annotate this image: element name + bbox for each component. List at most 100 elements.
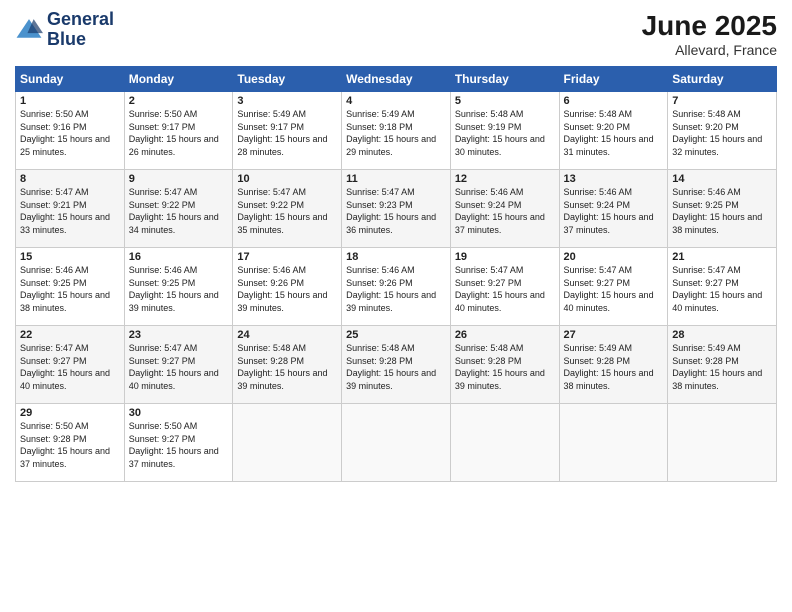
- week-row-4: 22Sunrise: 5:47 AMSunset: 9:27 PMDayligh…: [16, 326, 777, 404]
- day-content: Sunrise: 5:50 AMSunset: 9:28 PMDaylight:…: [20, 421, 110, 469]
- title-block: June 2025 Allevard, France: [642, 10, 777, 58]
- month-title: June 2025: [642, 10, 777, 42]
- day-content: Sunrise: 5:47 AMSunset: 9:23 PMDaylight:…: [346, 187, 436, 235]
- header: General Blue June 2025 Allevard, France: [15, 10, 777, 58]
- day-number: 15: [20, 251, 120, 263]
- day-content: Sunrise: 5:49 AMSunset: 9:28 PMDaylight:…: [564, 343, 654, 391]
- day-content: Sunrise: 5:47 AMSunset: 9:27 PMDaylight:…: [564, 265, 654, 313]
- day-cell: 17Sunrise: 5:46 AMSunset: 9:26 PMDayligh…: [233, 248, 342, 326]
- logo-icon: [15, 16, 43, 44]
- day-content: Sunrise: 5:49 AMSunset: 9:28 PMDaylight:…: [672, 343, 762, 391]
- location: Allevard, France: [642, 42, 777, 58]
- day-content: Sunrise: 5:48 AMSunset: 9:28 PMDaylight:…: [455, 343, 545, 391]
- day-content: Sunrise: 5:47 AMSunset: 9:27 PMDaylight:…: [129, 343, 219, 391]
- logo-line2: Blue: [47, 30, 114, 50]
- day-cell: [342, 404, 451, 482]
- day-content: Sunrise: 5:46 AMSunset: 9:26 PMDaylight:…: [346, 265, 436, 313]
- day-number: 11: [346, 173, 446, 185]
- col-header-wednesday: Wednesday: [342, 67, 451, 92]
- day-cell: 9Sunrise: 5:47 AMSunset: 9:22 PMDaylight…: [124, 170, 233, 248]
- day-cell: 3 Sunrise: 5:49 AMSunset: 9:17 PMDaylight…: [233, 92, 342, 170]
- day-number: 7: [672, 95, 772, 107]
- day-cell: 6Sunrise: 5:48 AMSunset: 9:20 PMDaylight…: [559, 92, 668, 170]
- day-content: Sunrise: 5:46 AMSunset: 9:25 PMDaylight:…: [672, 187, 762, 235]
- day-cell: 26 Sunrise: 5:48 AMSunset: 9:28 PMDayligh…: [450, 326, 559, 404]
- day-content: Sunrise: 5:47 AMSunset: 9:22 PMDaylight:…: [237, 187, 327, 235]
- day-number: 14: [672, 173, 772, 185]
- day-cell: 7 Sunrise: 5:48 AMSunset: 9:20 PMDaylight…: [668, 92, 777, 170]
- day-content: Sunrise: 5:47 AMSunset: 9:27 PMDaylight:…: [672, 265, 762, 313]
- day-content: Sunrise: 5:49 AMSunset: 9:17 PMDaylight:…: [237, 109, 327, 157]
- day-content: Sunrise: 5:46 AMSunset: 9:24 PMDaylight:…: [455, 187, 545, 235]
- week-row-1: 1Sunrise: 5:50 AMSunset: 9:16 PMDaylight…: [16, 92, 777, 170]
- day-number: 13: [564, 173, 664, 185]
- day-number: 25: [346, 329, 446, 341]
- day-number: 2: [129, 95, 229, 107]
- day-content: Sunrise: 5:48 AMSunset: 9:28 PMDaylight:…: [346, 343, 436, 391]
- header-row: SundayMondayTuesdayWednesdayThursdayFrid…: [16, 67, 777, 92]
- logo-line1: General: [47, 10, 114, 30]
- day-number: 29: [20, 407, 120, 419]
- day-number: 3: [237, 95, 337, 107]
- day-cell: 1Sunrise: 5:50 AMSunset: 9:16 PMDaylight…: [16, 92, 125, 170]
- col-header-friday: Friday: [559, 67, 668, 92]
- day-content: Sunrise: 5:46 AMSunset: 9:25 PMDaylight:…: [129, 265, 219, 313]
- day-cell: 5Sunrise: 5:48 AMSunset: 9:19 PMDaylight…: [450, 92, 559, 170]
- day-number: 4: [346, 95, 446, 107]
- day-cell: 30 Sunrise: 5:50 AMSunset: 9:27 PMDayligh…: [124, 404, 233, 482]
- day-cell: 27 Sunrise: 5:49 AMSunset: 9:28 PMDayligh…: [559, 326, 668, 404]
- day-number: 30: [129, 407, 229, 419]
- col-header-sunday: Sunday: [16, 67, 125, 92]
- day-cell: 15 Sunrise: 5:46 AMSunset: 9:25 PMDayligh…: [16, 248, 125, 326]
- day-content: Sunrise: 5:46 AMSunset: 9:25 PMDaylight:…: [20, 265, 110, 313]
- day-number: 10: [237, 173, 337, 185]
- week-row-5: 29 Sunrise: 5:50 AMSunset: 9:28 PMDayligh…: [16, 404, 777, 482]
- day-content: Sunrise: 5:48 AMSunset: 9:28 PMDaylight:…: [237, 343, 327, 391]
- col-header-thursday: Thursday: [450, 67, 559, 92]
- day-cell: [559, 404, 668, 482]
- day-cell: 11 Sunrise: 5:47 AMSunset: 9:23 PMDayligh…: [342, 170, 451, 248]
- day-content: Sunrise: 5:48 AMSunset: 9:20 PMDaylight:…: [672, 109, 762, 157]
- day-content: Sunrise: 5:47 AMSunset: 9:27 PMDaylight:…: [20, 343, 110, 391]
- day-cell: 22Sunrise: 5:47 AMSunset: 9:27 PMDayligh…: [16, 326, 125, 404]
- day-number: 18: [346, 251, 446, 263]
- day-content: Sunrise: 5:47 AMSunset: 9:21 PMDaylight:…: [20, 187, 110, 235]
- col-header-tuesday: Tuesday: [233, 67, 342, 92]
- day-cell: 29 Sunrise: 5:50 AMSunset: 9:28 PMDayligh…: [16, 404, 125, 482]
- day-cell: [668, 404, 777, 482]
- day-cell: 21 Sunrise: 5:47 AMSunset: 9:27 PMDayligh…: [668, 248, 777, 326]
- day-number: 20: [564, 251, 664, 263]
- day-cell: 14 Sunrise: 5:46 AMSunset: 9:25 PMDayligh…: [668, 170, 777, 248]
- day-cell: 25 Sunrise: 5:48 AMSunset: 9:28 PMDayligh…: [342, 326, 451, 404]
- day-cell: 2 Sunrise: 5:50 AMSunset: 9:17 PMDaylight…: [124, 92, 233, 170]
- day-cell: 16Sunrise: 5:46 AMSunset: 9:25 PMDayligh…: [124, 248, 233, 326]
- logo: General Blue: [15, 10, 114, 50]
- day-number: 12: [455, 173, 555, 185]
- calendar-table: SundayMondayTuesdayWednesdayThursdayFrid…: [15, 66, 777, 482]
- logo-text: General Blue: [47, 10, 114, 50]
- day-cell: 20 Sunrise: 5:47 AMSunset: 9:27 PMDayligh…: [559, 248, 668, 326]
- col-header-saturday: Saturday: [668, 67, 777, 92]
- day-content: Sunrise: 5:46 AMSunset: 9:26 PMDaylight:…: [237, 265, 327, 313]
- day-number: 27: [564, 329, 664, 341]
- day-number: 23: [129, 329, 229, 341]
- day-cell: 28 Sunrise: 5:49 AMSunset: 9:28 PMDayligh…: [668, 326, 777, 404]
- day-number: 26: [455, 329, 555, 341]
- day-number: 5: [455, 95, 555, 107]
- day-number: 28: [672, 329, 772, 341]
- day-number: 21: [672, 251, 772, 263]
- day-content: Sunrise: 5:46 AMSunset: 9:24 PMDaylight:…: [564, 187, 654, 235]
- day-cell: [450, 404, 559, 482]
- day-cell: 23 Sunrise: 5:47 AMSunset: 9:27 PMDayligh…: [124, 326, 233, 404]
- day-content: Sunrise: 5:49 AMSunset: 9:18 PMDaylight:…: [346, 109, 436, 157]
- day-content: Sunrise: 5:50 AMSunset: 9:27 PMDaylight:…: [129, 421, 219, 469]
- day-number: 24: [237, 329, 337, 341]
- day-content: Sunrise: 5:50 AMSunset: 9:17 PMDaylight:…: [129, 109, 219, 157]
- day-cell: [233, 404, 342, 482]
- day-cell: 24 Sunrise: 5:48 AMSunset: 9:28 PMDayligh…: [233, 326, 342, 404]
- page: General Blue June 2025 Allevard, France …: [0, 0, 792, 612]
- day-cell: 12 Sunrise: 5:46 AMSunset: 9:24 PMDayligh…: [450, 170, 559, 248]
- day-number: 6: [564, 95, 664, 107]
- col-header-monday: Monday: [124, 67, 233, 92]
- day-cell: 8Sunrise: 5:47 AMSunset: 9:21 PMDaylight…: [16, 170, 125, 248]
